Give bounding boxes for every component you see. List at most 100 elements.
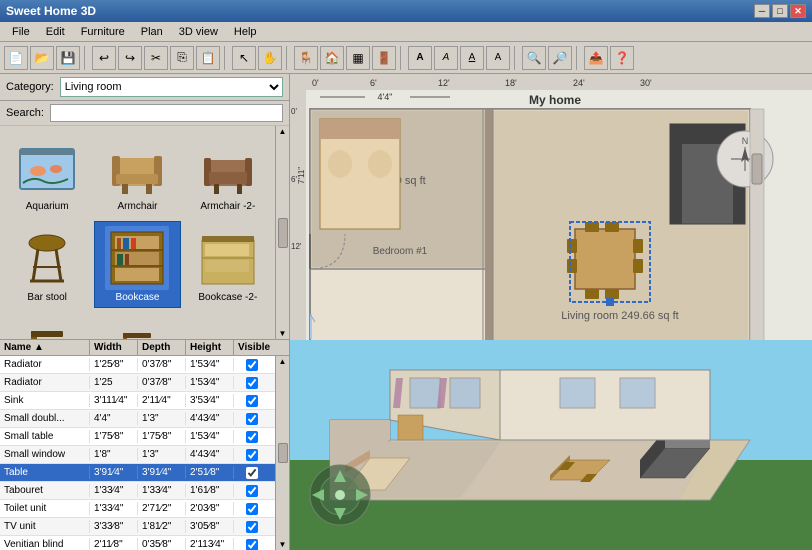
visible-checkbox[interactable]: [246, 413, 258, 425]
text-tool-2[interactable]: A: [434, 46, 458, 70]
furniture-item-coffeetable[interactable]: Coffee table: [185, 312, 271, 339]
redo-button[interactable]: ↪: [118, 46, 142, 70]
table-cell: 1'3": [138, 412, 186, 425]
furniture-item-barstool[interactable]: Bar stool: [4, 221, 90, 308]
open-button[interactable]: 📂: [30, 46, 54, 70]
search-input[interactable]: [50, 104, 283, 122]
add-room[interactable]: 🏠: [320, 46, 344, 70]
props-scrollbar[interactable]: ▲ ▼: [275, 356, 289, 550]
visible-checkbox[interactable]: [246, 503, 258, 515]
visible-checkbox[interactable]: [246, 467, 258, 479]
table-row[interactable]: Radiator1'250'37⁄8"1'53⁄4": [0, 374, 275, 392]
visible-cell[interactable]: [234, 412, 270, 426]
scroll-down-btn[interactable]: ▼: [279, 329, 287, 338]
table-cell: 2'113⁄4": [186, 538, 234, 550]
visible-checkbox[interactable]: [246, 359, 258, 371]
scroll-up-btn[interactable]: ▲: [279, 127, 287, 136]
zoom-out[interactable]: 🔎: [548, 46, 572, 70]
pan-tool[interactable]: ✋: [258, 46, 282, 70]
export-button[interactable]: 📤: [584, 46, 608, 70]
furniture-item-bookcase[interactable]: Bookcase: [94, 221, 180, 308]
save-button[interactable]: 💾: [56, 46, 80, 70]
close-button[interactable]: ✕: [790, 4, 806, 18]
table-row[interactable]: Small window1'8"1'3"4'43⁄4": [0, 446, 275, 464]
table-row[interactable]: Sink3'111⁄4"2'11⁄4"3'53⁄4": [0, 392, 275, 410]
svg-text:24': 24': [573, 78, 585, 88]
furniture-item-bookcase2[interactable]: Bookcase -2-: [185, 221, 271, 308]
table-row[interactable]: Table3'91⁄4"3'91⁄4"2'51⁄8": [0, 464, 275, 482]
menu-3dview[interactable]: 3D view: [171, 24, 226, 40]
table-cell: 3'111⁄4": [90, 394, 138, 407]
col-height: Height: [186, 340, 234, 355]
maximize-button[interactable]: □: [772, 4, 788, 18]
menu-plan[interactable]: Plan: [133, 24, 171, 40]
table-cell: 1'25: [90, 376, 138, 389]
table-row[interactable]: TV unit3'33⁄8"1'81⁄2"3'05⁄8": [0, 518, 275, 536]
barstool-icon: [18, 229, 76, 287]
visible-cell[interactable]: [234, 484, 270, 498]
table-cell: TV unit: [0, 520, 90, 533]
new-button[interactable]: 📄: [4, 46, 28, 70]
armchair2-icon: [199, 138, 257, 196]
table-cell: 2'11⁄4": [138, 394, 186, 407]
visible-cell[interactable]: [234, 358, 270, 372]
minimize-button[interactable]: ─: [754, 4, 770, 18]
table-row[interactable]: Toilet unit1'33⁄4"2'71⁄2"2'03⁄8": [0, 500, 275, 518]
menu-file[interactable]: File: [4, 24, 38, 40]
menu-help[interactable]: Help: [226, 24, 265, 40]
visible-checkbox[interactable]: [246, 449, 258, 461]
table-row[interactable]: Tabouret1'33⁄4"1'33⁄4"1'61⁄8": [0, 482, 275, 500]
furniture-item-armchair[interactable]: Armchair: [94, 130, 180, 217]
visible-cell[interactable]: [234, 466, 270, 480]
add-wall[interactable]: ▦: [346, 46, 370, 70]
furniture-item-chair[interactable]: Chair: [4, 312, 90, 339]
visible-cell[interactable]: [234, 448, 270, 462]
visible-checkbox[interactable]: [246, 395, 258, 407]
text-tool-1[interactable]: A: [408, 46, 432, 70]
category-select[interactable]: Living room: [60, 77, 283, 97]
visible-checkbox[interactable]: [246, 521, 258, 533]
visible-checkbox[interactable]: [246, 485, 258, 497]
visible-cell[interactable]: [234, 376, 270, 390]
table-row[interactable]: Small doubl...4'4"1'3"4'43⁄4": [0, 410, 275, 428]
furniture-item-chair2[interactable]: Chair -2-: [94, 312, 180, 339]
table-cell: Tabouret: [0, 484, 90, 497]
props-scroll-down[interactable]: ▼: [279, 540, 287, 549]
visible-checkbox[interactable]: [246, 431, 258, 443]
menu-edit[interactable]: Edit: [38, 24, 73, 40]
text-tool-4[interactable]: A: [486, 46, 510, 70]
table-cell: 1'3": [138, 448, 186, 461]
text-tool-3[interactable]: A: [460, 46, 484, 70]
help-button[interactable]: ❓: [610, 46, 634, 70]
visible-checkbox[interactable]: [246, 377, 258, 389]
add-door[interactable]: 🚪: [372, 46, 396, 70]
visible-cell[interactable]: [234, 394, 270, 408]
props-scroll-thumb[interactable]: [278, 443, 288, 463]
menu-furniture[interactable]: Furniture: [73, 24, 133, 40]
scroll-thumb[interactable]: [278, 218, 288, 248]
table-row[interactable]: Radiator1'25⁄8"0'37⁄8"1'53⁄4": [0, 356, 275, 374]
visible-checkbox[interactable]: [246, 539, 258, 550]
furniture-scrollbar[interactable]: ▲ ▼: [275, 126, 289, 339]
cut-button[interactable]: ✂: [144, 46, 168, 70]
svg-text:30': 30': [640, 78, 652, 88]
visible-cell[interactable]: [234, 520, 270, 534]
floorplan-area: 0' 6' 12' 18' 24' 30' 0' 6' 12' 4'4" My …: [290, 74, 812, 340]
bookcase-icon: [109, 230, 165, 286]
zoom-in[interactable]: 🔍: [522, 46, 546, 70]
furniture-item-armchair2[interactable]: Armchair -2-: [185, 130, 271, 217]
undo-button[interactable]: ↩: [92, 46, 116, 70]
visible-cell[interactable]: [234, 538, 270, 550]
copy-button[interactable]: ⎘: [170, 46, 194, 70]
paste-button[interactable]: 📋: [196, 46, 220, 70]
table-row[interactable]: Small table1'75⁄8"1'75⁄8"1'53⁄4": [0, 428, 275, 446]
visible-cell[interactable]: [234, 502, 270, 516]
visible-cell[interactable]: [234, 430, 270, 444]
table-cell: 1'33⁄4": [90, 502, 138, 515]
add-furniture[interactable]: 🪑: [294, 46, 318, 70]
furniture-item-aquarium[interactable]: Aquarium: [4, 130, 90, 217]
window-controls: ─ □ ✕: [754, 4, 806, 18]
select-tool[interactable]: ↖: [232, 46, 256, 70]
table-row[interactable]: Venitian blind2'11⁄8"0'35⁄8"2'113⁄4": [0, 536, 275, 550]
props-scroll-up[interactable]: ▲: [279, 357, 287, 366]
